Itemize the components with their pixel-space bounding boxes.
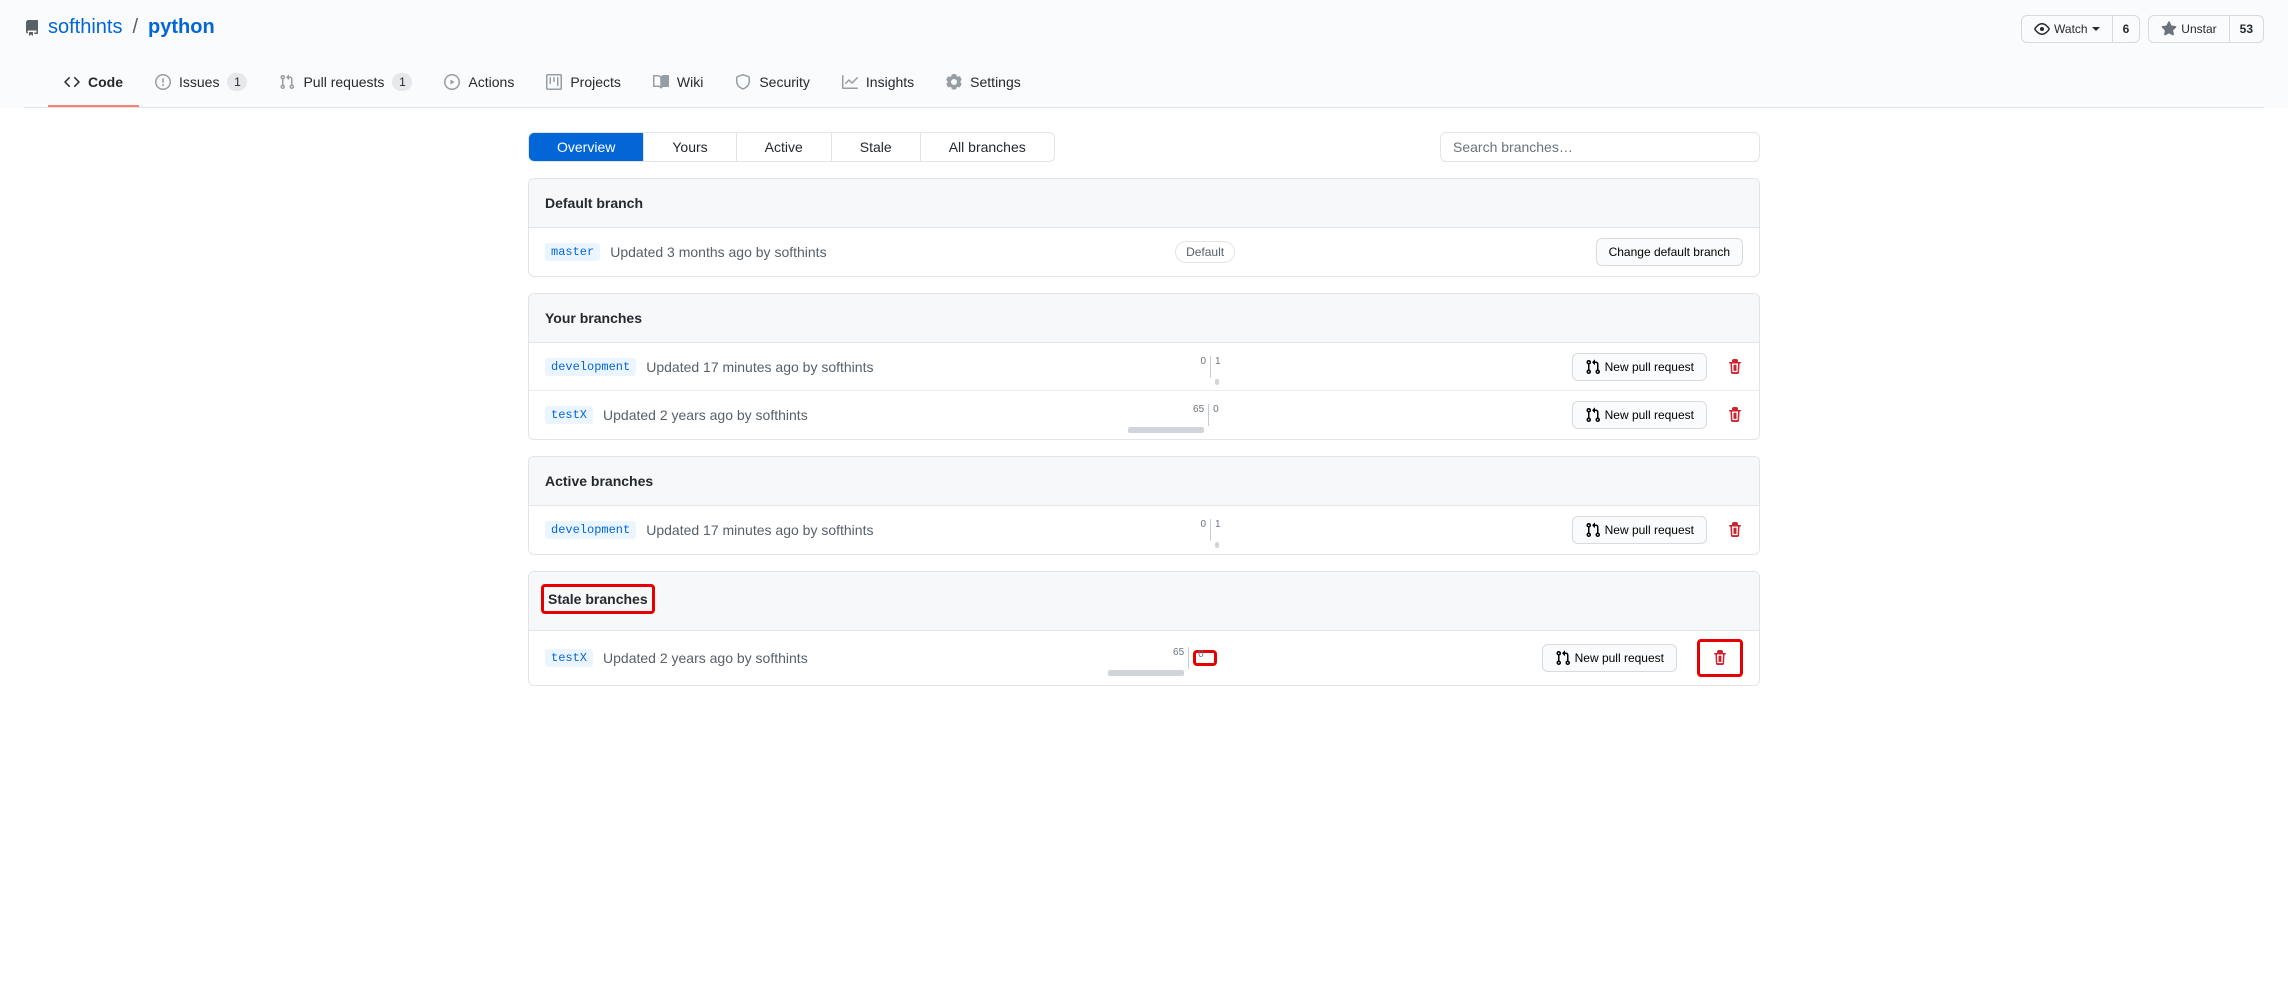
star-count[interactable]: 53 xyxy=(2230,15,2264,43)
branch-row: development Updated 17 minutes ago by so… xyxy=(529,506,1759,554)
tab-actions[interactable]: Actions xyxy=(428,59,530,107)
ahead-count: 0 xyxy=(1213,404,1219,415)
tab-wiki-label: Wiki xyxy=(677,67,703,97)
branch-compare: 65 0 xyxy=(1128,404,1227,426)
search-input[interactable] xyxy=(1440,132,1760,162)
branch-update-text: Updated 2 years ago by softhints xyxy=(603,650,808,666)
subnav-overview[interactable]: Overview xyxy=(529,133,644,161)
tab-pulls[interactable]: Pull requests 1 xyxy=(263,59,428,107)
branch-row: testX Updated 2 years ago by softhints 6… xyxy=(529,631,1759,685)
issues-count: 1 xyxy=(227,73,247,91)
new-pull-request-button[interactable]: New pull request xyxy=(1572,401,1707,429)
tab-insights-label: Insights xyxy=(866,67,914,97)
stale-branches-header: Stale branches xyxy=(548,591,648,607)
tab-issues[interactable]: Issues 1 xyxy=(139,59,263,107)
shield-icon xyxy=(735,74,751,90)
issues-icon xyxy=(155,74,171,90)
your-branches-header: Your branches xyxy=(529,294,1759,343)
new-pr-label: New pull request xyxy=(1605,405,1694,425)
delete-branch-button[interactable] xyxy=(1727,522,1743,538)
branch-name[interactable]: testX xyxy=(545,649,593,667)
unstar-label: Unstar xyxy=(2181,19,2216,39)
tab-wiki[interactable]: Wiki xyxy=(637,59,719,107)
branch-compare: 65 0 xyxy=(1108,647,1217,669)
subnav-stale[interactable]: Stale xyxy=(832,133,921,161)
repo-title: softhints / python xyxy=(24,16,2264,39)
graph-icon xyxy=(842,74,858,90)
behind-count: 0 xyxy=(1200,519,1206,530)
branch-update-text: Updated 3 months ago by softhints xyxy=(610,244,826,260)
stale-branches-box: Stale branches testX Updated 2 years ago… xyxy=(528,571,1760,686)
branch-update-text: Updated 2 years ago by softhints xyxy=(603,407,808,423)
tab-actions-label: Actions xyxy=(468,67,514,97)
pull-request-icon xyxy=(279,74,295,90)
tab-settings-label: Settings xyxy=(970,67,1021,97)
branch-row: development Updated 17 minutes ago by so… xyxy=(529,343,1759,391)
delete-branch-button[interactable] xyxy=(1727,407,1743,423)
active-branches-header: Active branches xyxy=(529,457,1759,506)
delete-branch-button[interactable] xyxy=(1702,644,1738,672)
branch-update-text: Updated 17 minutes ago by softhints xyxy=(646,522,873,538)
tab-projects[interactable]: Projects xyxy=(530,59,637,107)
project-icon xyxy=(546,74,562,90)
delete-branch-button[interactable] xyxy=(1727,359,1743,375)
branch-compare: 0 1 xyxy=(1192,356,1229,378)
branch-name[interactable]: testX xyxy=(545,406,593,424)
separator: / xyxy=(132,16,138,39)
tab-issues-label: Issues xyxy=(179,67,219,97)
branch-name[interactable]: development xyxy=(545,521,636,539)
subnav-all[interactable]: All branches xyxy=(921,133,1054,161)
new-pull-request-button[interactable]: New pull request xyxy=(1542,644,1677,672)
behind-count: 65 xyxy=(1193,404,1204,415)
watch-label: Watch xyxy=(2054,19,2088,39)
default-branch-header: Default branch xyxy=(529,179,1759,228)
new-pr-label: New pull request xyxy=(1605,520,1694,540)
ahead-count: 0 xyxy=(1198,649,1204,660)
caret-down-icon xyxy=(2092,27,2100,31)
subnav-yours[interactable]: Yours xyxy=(644,133,736,161)
change-default-branch-button[interactable]: Change default branch xyxy=(1596,238,1743,266)
tab-code[interactable]: Code xyxy=(48,59,139,107)
watch-count[interactable]: 6 xyxy=(2113,15,2141,43)
behind-count: 65 xyxy=(1173,647,1184,658)
branch-name[interactable]: development xyxy=(545,358,636,376)
new-pull-request-button[interactable]: New pull request xyxy=(1572,353,1707,381)
repo-name-link[interactable]: python xyxy=(148,16,215,39)
repo-icon xyxy=(24,20,40,36)
tab-security-label: Security xyxy=(759,67,810,97)
watch-button[interactable]: Watch xyxy=(2021,15,2113,43)
subnav-active[interactable]: Active xyxy=(737,133,832,161)
branch-update-text: Updated 17 minutes ago by softhints xyxy=(646,359,873,375)
default-branch-box: Default branch master Updated 3 months a… xyxy=(528,178,1760,277)
tab-insights[interactable]: Insights xyxy=(826,59,930,107)
branch-compare: 0 1 xyxy=(1192,519,1229,541)
branch-name[interactable]: master xyxy=(545,243,600,261)
new-pull-request-button[interactable]: New pull request xyxy=(1572,516,1707,544)
tab-settings[interactable]: Settings xyxy=(930,59,1037,107)
default-label: Default xyxy=(1175,241,1235,263)
repo-nav: Code Issues 1 Pull requests 1 Actions Pr… xyxy=(24,59,2264,108)
active-branches-box: Active branches development Updated 17 m… xyxy=(528,456,1760,555)
new-pr-label: New pull request xyxy=(1605,357,1694,377)
branch-subnav: Overview Yours Active Stale All branches xyxy=(528,132,1055,162)
repo-owner-link[interactable]: softhints xyxy=(48,16,122,39)
gear-icon xyxy=(946,74,962,90)
stale-branches-header-wrap: Stale branches xyxy=(529,572,1759,631)
tab-security[interactable]: Security xyxy=(719,59,826,107)
play-icon xyxy=(444,74,460,90)
ahead-count: 1 xyxy=(1215,519,1221,530)
tab-code-label: Code xyxy=(88,67,123,97)
book-icon xyxy=(653,74,669,90)
behind-count: 0 xyxy=(1200,356,1206,367)
pulls-count: 1 xyxy=(392,73,412,91)
tab-pulls-label: Pull requests xyxy=(303,67,384,97)
your-branches-box: Your branches development Updated 17 min… xyxy=(528,293,1760,440)
tab-projects-label: Projects xyxy=(570,67,621,97)
ahead-count: 1 xyxy=(1215,356,1221,367)
branch-row-master: master Updated 3 months ago by softhints… xyxy=(529,228,1759,276)
code-icon xyxy=(64,74,80,90)
branch-row: testX Updated 2 years ago by softhints 6… xyxy=(529,391,1759,439)
new-pr-label: New pull request xyxy=(1575,648,1664,668)
unstar-button[interactable]: Unstar xyxy=(2148,15,2229,43)
